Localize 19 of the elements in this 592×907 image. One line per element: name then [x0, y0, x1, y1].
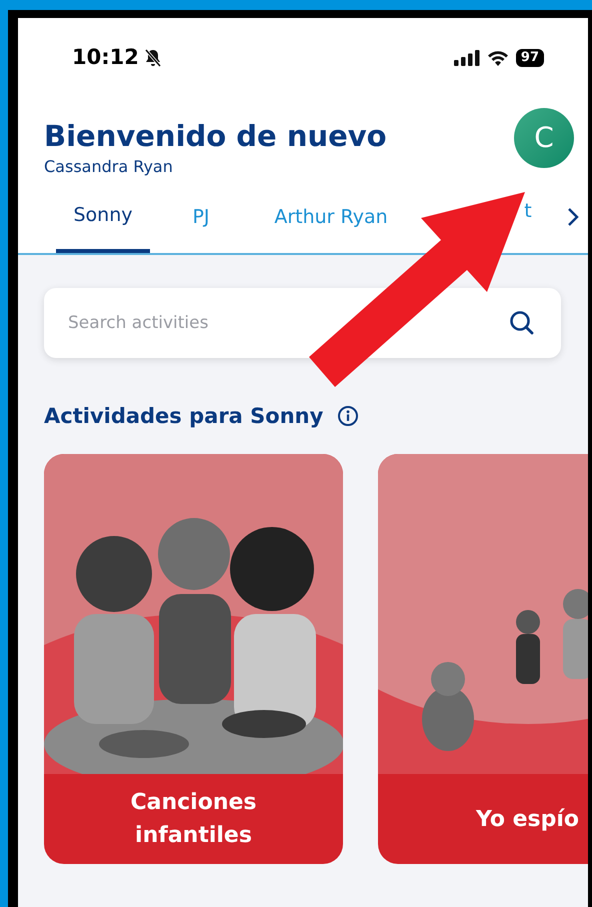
welcome-title: Bienvenido de nuevo	[44, 118, 387, 154]
tab[interactable]: Sonny	[56, 181, 150, 253]
activity-title: Yo espío	[474, 806, 580, 834]
section-heading: Actividades para Sonny	[44, 403, 324, 430]
activity-card[interactable]: Yo espío	[378, 454, 588, 864]
signal-icon	[454, 50, 480, 66]
battery-level: 97	[516, 49, 544, 67]
avatar-button[interactable]: C	[514, 108, 574, 168]
wifi-icon	[486, 50, 509, 66]
chevron-right-icon[interactable]	[566, 207, 580, 227]
user-name: Cassandra Ryan	[44, 156, 174, 178]
tab[interactable]: t	[521, 197, 535, 225]
activity-title: Canciones infantiles	[129, 789, 258, 850]
search-icon[interactable]	[509, 310, 535, 336]
tab[interactable]: PJ	[168, 181, 234, 253]
activity-card[interactable]: Canciones infantiles	[44, 454, 343, 864]
tab[interactable]: Arthur Ryan	[256, 181, 406, 253]
status-time: 10:12	[72, 44, 139, 72]
info-icon[interactable]	[337, 405, 360, 427]
